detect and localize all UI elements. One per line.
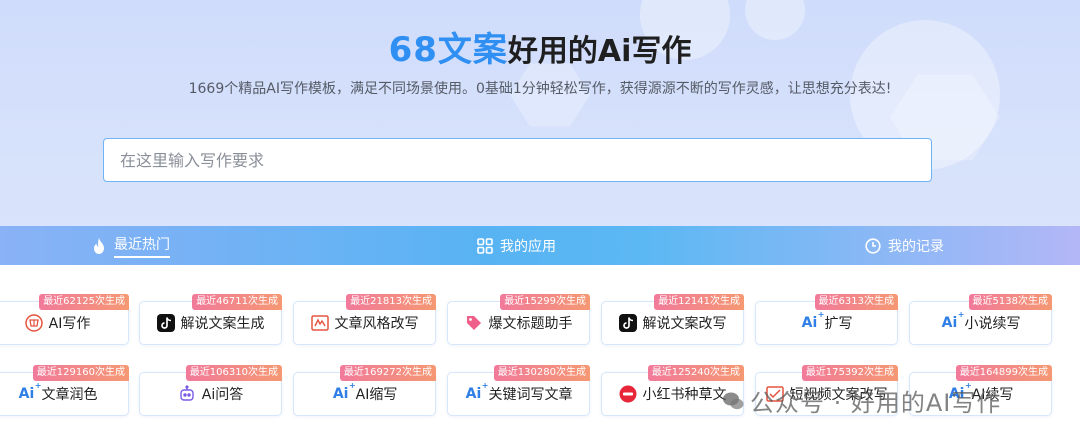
- tab-my-records[interactable]: 我的记录: [864, 226, 944, 265]
- brand-name: 68文案: [388, 30, 508, 70]
- template-card-ai-qa[interactable]: 最近106310次生成 Ai问答: [139, 365, 282, 416]
- usage-badge: 最近129160次生成: [32, 365, 129, 381]
- ai-icon: Ai +: [465, 381, 489, 402]
- template-card-style-rewrite[interactable]: 最近21813次生成 文章风格改写: [293, 294, 436, 345]
- template-card-ai-write[interactable]: 最近62125次生成 AI写作: [0, 294, 129, 345]
- card-label: 小说续写: [964, 316, 1021, 332]
- card-label: 爆文标题助手: [488, 316, 573, 332]
- template-card-title-helper[interactable]: 最近15299次生成 爆文标题助手: [447, 294, 590, 345]
- usage-badge: 最近21813次生成: [346, 294, 436, 310]
- title-text: 好用的Ai写作: [507, 34, 692, 69]
- douyin-icon: [156, 314, 175, 332]
- template-grid: 最近62125次生成 AI写作 最近46711次生成 解说文案生成 最近2181…: [0, 265, 1080, 445]
- douyin-icon: [618, 314, 637, 332]
- tab-recent-hot[interactable]: 最近热门: [90, 226, 170, 265]
- grid-icon: [476, 237, 494, 255]
- ai-icon: Ai +: [332, 381, 356, 402]
- robot-icon: [178, 385, 196, 403]
- card-label: 文章风格改写: [334, 316, 419, 332]
- tab-my-apps[interactable]: 我的应用: [476, 226, 556, 265]
- usage-badge: 最近164899次生成: [955, 365, 1052, 381]
- template-card-narration-generate[interactable]: 最近46711次生成 解说文案生成: [139, 294, 282, 345]
- page-title: 68文案好用的Ai写作: [0, 22, 1080, 71]
- watermark-text: 公众号 · 好用的AI写作: [750, 389, 1002, 417]
- template-card-ai-condense[interactable]: 最近169272次生成 Ai + AI缩写: [293, 365, 436, 416]
- tag-icon: [465, 314, 483, 332]
- usage-badge: 最近46711次生成: [192, 294, 282, 310]
- card-label: 文章润色: [41, 387, 98, 403]
- usage-badge: 最近5138次生成: [968, 294, 1052, 310]
- usage-badge: 最近6313次生成: [814, 294, 898, 310]
- tab-label: 我的应用: [500, 238, 556, 255]
- template-card-novel-continue[interactable]: 最近5138次生成 Ai + 小说续写: [909, 294, 1052, 345]
- search-input[interactable]: [103, 138, 932, 182]
- template-card-polish[interactable]: 最近129160次生成 Ai + 文章润色: [0, 365, 129, 416]
- ai-icon: Ai +: [18, 381, 42, 402]
- card-label: 解说文案生成: [180, 316, 265, 332]
- wechat-watermark: 公众号 · 好用的AI写作: [722, 383, 1001, 418]
- flame-icon: [90, 237, 108, 255]
- card-label: 关键词写文章: [488, 387, 573, 403]
- card-label: AI写作: [48, 316, 91, 332]
- usage-badge: 最近62125次生成: [39, 294, 129, 310]
- tab-label: 最近热门: [114, 234, 170, 258]
- usage-badge: 最近15299次生成: [500, 294, 590, 310]
- hero-banner: 68文案好用的Ai写作 1669个精品AI写作模板，满足不同场景使用。0基础1分…: [0, 0, 1080, 226]
- tab-bar: 最近热门 我的应用 我的记录: [0, 226, 1080, 265]
- tab-label: 我的记录: [888, 238, 944, 255]
- template-card-keyword-article[interactable]: 最近130280次生成 Ai + 关键词写文章: [447, 365, 590, 416]
- usage-badge: 最近169272次生成: [339, 365, 436, 381]
- template-card-narration-rewrite[interactable]: 最近12141次生成 解说文案改写: [601, 294, 744, 345]
- usage-badge: 最近130280次生成: [493, 365, 590, 381]
- xiaohongshu-icon: [619, 385, 637, 403]
- card-label: Ai问答: [201, 387, 244, 403]
- wechat-icon: [722, 390, 744, 412]
- template-card-expand[interactable]: 最近6313次生成 Ai + 扩写: [755, 294, 898, 345]
- rewrite-icon: [310, 314, 329, 332]
- ai-icon: Ai +: [941, 310, 965, 331]
- page-subtitle: 1669个精品AI写作模板，满足不同场景使用。0基础1分钟轻松写作，获得源源不断…: [188, 81, 892, 97]
- usage-badge: 最近12141次生成: [654, 294, 744, 310]
- usage-badge: 最近175392次生成: [801, 365, 898, 381]
- card-label: 小红书种草文: [642, 387, 727, 403]
- card-label: 解说文案改写: [642, 316, 727, 332]
- card-label: 扩写: [824, 316, 853, 332]
- usage-badge: 最近106310次生成: [185, 365, 282, 381]
- card-label: AI缩写: [355, 387, 398, 403]
- ai-icon: Ai +: [801, 310, 825, 331]
- ai-write-icon: [24, 314, 43, 332]
- clock-icon: [864, 237, 882, 255]
- usage-badge: 最近125240次生成: [647, 365, 744, 381]
